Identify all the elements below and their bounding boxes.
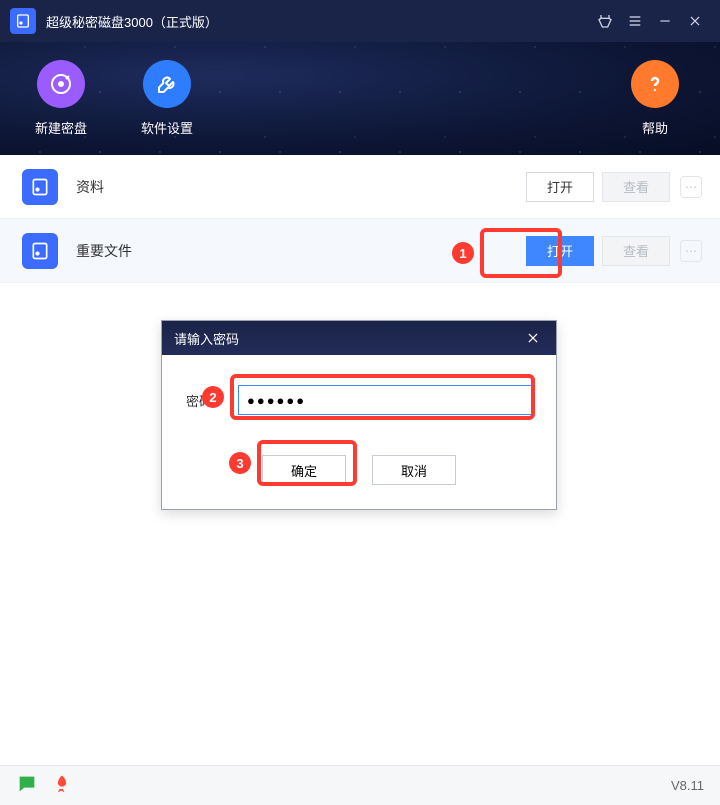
help-button[interactable]: 帮助 [610,60,700,137]
theme-icon[interactable] [590,6,620,36]
dialog-close-button[interactable] [522,327,544,349]
more-icon[interactable]: ⋯ [680,240,702,262]
ok-button[interactable]: 确定 [262,455,346,485]
minimize-button[interactable] [650,6,680,36]
settings-label: 软件设置 [122,118,212,137]
cancel-button[interactable]: 取消 [372,455,456,485]
disc-icon [37,60,85,108]
new-disk-button[interactable]: 新建密盘 [16,60,106,137]
chat-icon[interactable] [16,773,38,798]
disk-name: 重要文件 [76,241,518,261]
password-dialog: 请输入密码 密码: 确定 取消 [161,320,557,510]
settings-button[interactable]: 软件设置 [122,60,212,137]
disk-icon [22,233,58,269]
version-label: V8.11 [671,778,704,793]
new-disk-label: 新建密盘 [16,118,106,137]
dialog-title: 请输入密码 [174,329,239,348]
view-button[interactable]: 查看 [602,172,670,202]
menu-icon[interactable] [620,6,650,36]
password-label: 密码: [186,391,238,410]
more-icon[interactable]: ⋯ [680,176,702,198]
open-button[interactable]: 打开 [526,236,594,266]
app-icon [10,8,36,34]
titlebar: 超级秘密磁盘3000（正式版） [0,0,720,42]
wrench-icon [143,60,191,108]
disk-row: 重要文件 打开 查看 ⋯ [0,219,720,283]
disk-icon [22,169,58,205]
view-button[interactable]: 查看 [602,236,670,266]
app-title: 超级秘密磁盘3000（正式版） [46,12,590,31]
close-button[interactable] [680,6,710,36]
dialog-titlebar: 请输入密码 [162,321,556,355]
open-button[interactable]: 打开 [526,172,594,202]
password-input[interactable] [238,385,532,415]
help-label: 帮助 [610,118,700,137]
disk-row: 资料 打开 查看 ⋯ [0,155,720,219]
footer: V8.11 [0,765,720,805]
disk-name: 资料 [76,177,518,197]
toolbar: 新建密盘 软件设置 帮助 [0,42,720,155]
rocket-icon[interactable] [52,774,72,797]
question-icon [631,60,679,108]
